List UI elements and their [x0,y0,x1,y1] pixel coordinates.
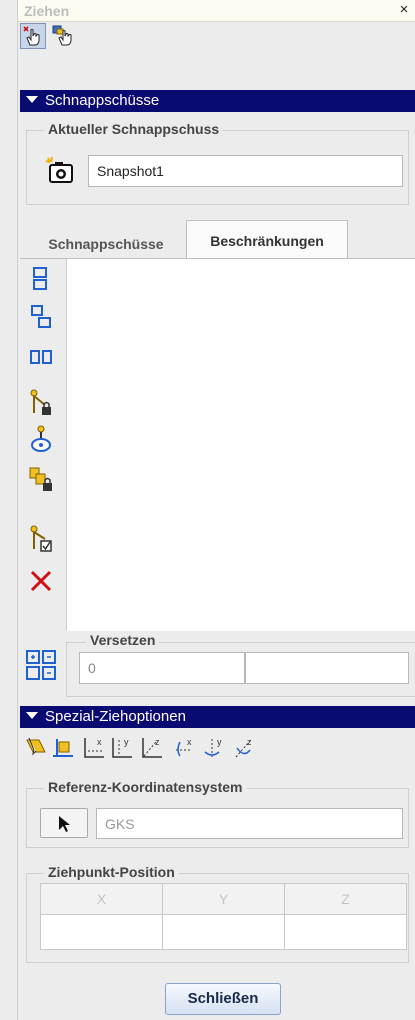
tab-beschraenkungen[interactable]: Beschränkungen [186,220,348,258]
assembly-lock-icon[interactable] [26,464,56,494]
drag-options-section-header[interactable]: Spezial-Ziehoptionen [20,706,415,728]
title-bar: Ziehen × [18,0,415,22]
window-title: Ziehen [24,3,70,19]
svg-text:y: y [124,737,129,747]
camera-icon[interactable] [44,156,76,186]
offset-icon[interactable] [26,302,56,332]
ref-cs-legend: Referenz-Koordinatensystem [44,779,247,795]
x-axis-icon[interactable]: x [82,735,108,761]
ref-cs-field[interactable]: GKS [96,808,403,839]
svg-text:x: x [97,737,102,747]
drag-point-icon[interactable] [20,23,46,49]
ref-cs-select-button[interactable] [40,808,88,838]
lock-body-icon[interactable] [26,388,56,418]
value-cell-y[interactable] [162,914,285,950]
close-icon[interactable]: × [396,1,412,19]
offset-value-field-2[interactable] [245,652,409,684]
cursor-arrow-icon [57,809,71,833]
value-cell-z[interactable] [284,914,407,950]
plane-drag-icon[interactable] [24,735,50,761]
offset-value-field[interactable]: 0 [79,652,245,684]
current-snapshot-legend: Aktueller Schnappschuss [44,121,224,137]
constraint-list[interactable] [66,259,415,631]
y-rotation-icon[interactable]: y [202,735,228,761]
collapse-triangle-icon [26,96,38,103]
z-rotation-icon[interactable]: z [232,735,258,761]
align-icon[interactable] [26,264,56,294]
close-button[interactable]: Schließen [165,983,281,1015]
col-header-z: Z [284,883,407,915]
drag-point-legend: Ziehpunkt-Position [44,864,179,880]
offset-legend: Versetzen [86,632,160,648]
svg-text:z: z [247,737,252,747]
col-header-y: Y [162,883,285,915]
motor-icon[interactable] [26,424,56,454]
z-axis-icon[interactable]: z [140,735,166,761]
tab-schnappschuesse[interactable]: Schnappschüsse [26,229,186,261]
drag-body-icon[interactable] [50,23,76,49]
svg-text:y: y [217,737,222,747]
normal-drag-icon[interactable] [50,735,76,761]
svg-text:x: x [187,737,192,747]
col-header-x: X [40,883,163,915]
snapshot-name-field[interactable]: Snapshot1 [88,155,403,187]
x-rotation-icon[interactable]: x [172,735,198,761]
snapshots-header-label: Schnappschüsse [45,92,160,109]
offset-grid-icon[interactable] [24,648,58,682]
drag-options-header-label: Spezial-Ziehoptionen [45,708,186,725]
enable-constraint-icon[interactable] [26,524,56,554]
delete-icon[interactable] [26,566,56,596]
snapshots-section-header[interactable]: Schnappschüsse [20,90,415,112]
parallel-icon[interactable] [26,342,56,372]
value-cell-x[interactable] [40,914,163,950]
window-left-edge [0,0,18,1020]
svg-text:z: z [155,737,160,747]
collapse-triangle-icon [26,712,38,719]
y-axis-icon[interactable]: y [110,735,136,761]
